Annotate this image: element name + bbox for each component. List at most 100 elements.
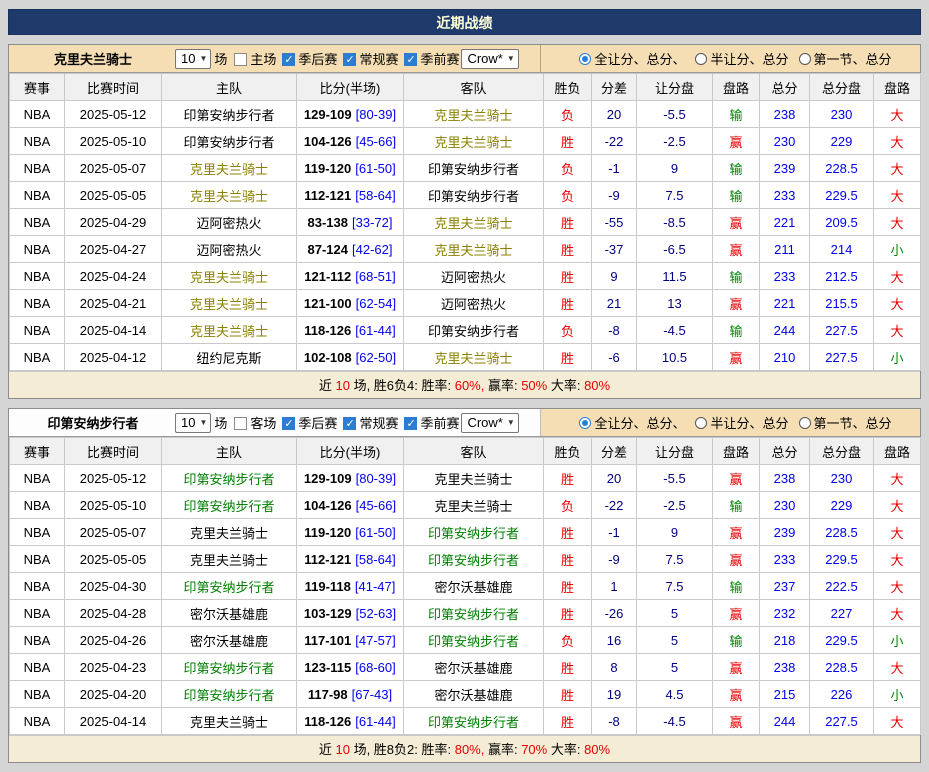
score-type-radio[interactable] <box>695 53 707 65</box>
odds-company-select[interactable]: Crow* ▼ <box>461 413 518 433</box>
half-score: [62-54] <box>356 296 396 311</box>
odds-company-value: Crow* <box>467 415 502 430</box>
games-count-select[interactable]: 10 ▼ <box>175 49 211 69</box>
away-team-cell: 印第安纳步行者 <box>404 627 544 654</box>
filter-checkbox[interactable] <box>234 417 247 430</box>
score-type-radio[interactable] <box>799 53 811 65</box>
column-header: 比分(半场) <box>297 438 404 465</box>
total-result-cell: 大 <box>874 290 921 317</box>
summary-segment: 赢率: <box>484 378 521 393</box>
total-points-cell: 233 <box>760 263 810 290</box>
full-score: 118-126 <box>304 323 351 338</box>
home-team-cell: 迈阿密热火 <box>162 236 297 263</box>
away-team-cell: 克里夫兰骑士 <box>404 465 544 492</box>
handicap-line-cell: 5 <box>637 600 713 627</box>
games-count-select[interactable]: 10 ▼ <box>175 413 211 433</box>
filter-left-panel: 印第安纳步行者 10 ▼ 场 客场季后赛常规赛季前赛 Crow* ▼ <box>9 409 541 436</box>
column-header: 比分(半场) <box>297 74 404 101</box>
win-lose-cell: 胜 <box>544 128 592 155</box>
filter-checkbox[interactable] <box>343 53 356 66</box>
handicap-result-cell: 赢 <box>713 344 760 371</box>
date-cell: 2025-04-23 <box>65 654 162 681</box>
point-diff-cell: 21 <box>592 290 637 317</box>
home-team-cell: 克里夫兰骑士 <box>162 290 297 317</box>
filter-checkbox[interactable] <box>234 53 247 66</box>
total-line-cell: 230 <box>810 101 874 128</box>
full-score: 112-121 <box>304 188 351 203</box>
score-type-radio[interactable] <box>579 53 591 65</box>
summary-segment: 10 <box>336 378 350 393</box>
filter-checkbox-label[interactable]: 季前赛 <box>420 416 459 431</box>
score-type-radio[interactable] <box>799 417 811 429</box>
handicap-result-cell: 输 <box>713 317 760 344</box>
score-cell: 129-109[80-39] <box>297 101 404 128</box>
filter-checkbox[interactable] <box>404 53 417 66</box>
filter-checkbox-label[interactable]: 常规赛 <box>359 52 398 67</box>
total-line-cell: 228.5 <box>810 155 874 182</box>
home-team-cell: 印第安纳步行者 <box>162 654 297 681</box>
column-header: 让分盘 <box>637 74 713 101</box>
home-team-cell: 克里夫兰骑士 <box>162 708 297 735</box>
score-type-radio-label[interactable]: 半让分、总分 <box>710 413 788 432</box>
filter-checkbox[interactable] <box>343 417 356 430</box>
league-cell: NBA <box>10 182 65 209</box>
filter-checkbox-label[interactable]: 常规赛 <box>359 416 398 431</box>
half-score: [58-64] <box>355 188 395 203</box>
total-line-cell: 226 <box>810 681 874 708</box>
league-cell: NBA <box>10 708 65 735</box>
filter-checkbox[interactable] <box>404 417 417 430</box>
filter-checkbox-label[interactable]: 季后赛 <box>298 416 337 431</box>
total-line-cell: 215.5 <box>810 290 874 317</box>
filter-checkbox-label[interactable]: 客场 <box>250 416 276 431</box>
filter-checkbox[interactable] <box>282 417 295 430</box>
page-wrapper: 近期战绩 克里夫兰骑士 10 ▼ 场 主场季后赛常规赛季前赛 Crow* ▼ 全… <box>0 0 929 772</box>
full-score: 119-120 <box>304 525 351 540</box>
score-cell: 103-129[52-63] <box>297 600 404 627</box>
table-row: NBA2025-05-10印第安纳步行者104-126[45-66]克里夫兰骑士… <box>10 128 921 155</box>
odds-company-select[interactable]: Crow* ▼ <box>461 49 518 69</box>
filter-checkbox-label[interactable]: 季后赛 <box>298 52 337 67</box>
column-header: 客队 <box>404 438 544 465</box>
total-result-cell: 小 <box>874 681 921 708</box>
league-cell: NBA <box>10 344 65 371</box>
away-team-cell: 密尔沃基雄鹿 <box>404 681 544 708</box>
filter-checkbox-label[interactable]: 主场 <box>250 52 276 67</box>
half-score: [45-66] <box>356 134 396 149</box>
summary-segment: 80% <box>584 378 610 393</box>
score-type-radio-label[interactable]: 半让分、总分 <box>710 49 788 68</box>
date-cell: 2025-04-27 <box>65 236 162 263</box>
away-team-cell: 克里夫兰骑士 <box>404 209 544 236</box>
score-cell: 104-126[45-66] <box>297 492 404 519</box>
total-line-cell: 229.5 <box>810 627 874 654</box>
score-type-radio[interactable] <box>579 417 591 429</box>
games-count-value: 10 <box>181 415 195 430</box>
home-team-cell: 密尔沃基雄鹿 <box>162 627 297 654</box>
score-type-radio-label[interactable]: 全让分、总分、 <box>594 413 685 432</box>
score-type-radio[interactable] <box>695 417 707 429</box>
home-team-cell: 纽约尼克斯 <box>162 344 297 371</box>
total-result-cell: 大 <box>874 546 921 573</box>
handicap-line-cell: -8.5 <box>637 209 713 236</box>
handicap-line-cell: 4.5 <box>637 681 713 708</box>
score-type-radio-label[interactable]: 全让分、总分、 <box>594 49 685 68</box>
filter-checkbox[interactable] <box>282 53 295 66</box>
score-type-radio-label[interactable]: 第一节、总分 <box>814 413 892 432</box>
point-diff-cell: 19 <box>592 681 637 708</box>
half-score: [68-60] <box>355 660 395 675</box>
table-row: NBA2025-05-10印第安纳步行者104-126[45-66]克里夫兰骑士… <box>10 492 921 519</box>
home-team-cell: 克里夫兰骑士 <box>162 182 297 209</box>
score-type-radio-label[interactable]: 第一节、总分 <box>814 49 892 68</box>
date-cell: 2025-04-26 <box>65 627 162 654</box>
league-cell: NBA <box>10 209 65 236</box>
date-cell: 2025-04-29 <box>65 209 162 236</box>
handicap-line-cell: 11.5 <box>637 263 713 290</box>
total-line-cell: 227.5 <box>810 708 874 735</box>
half-score: [68-51] <box>355 269 395 284</box>
score-cell: 123-115[68-60] <box>297 654 404 681</box>
date-cell: 2025-04-24 <box>65 263 162 290</box>
point-diff-cell: -22 <box>592 492 637 519</box>
filter-checkbox-label[interactable]: 季前赛 <box>420 52 459 67</box>
win-lose-cell: 胜 <box>544 708 592 735</box>
summary-segment: 50% <box>521 378 547 393</box>
date-cell: 2025-04-20 <box>65 681 162 708</box>
